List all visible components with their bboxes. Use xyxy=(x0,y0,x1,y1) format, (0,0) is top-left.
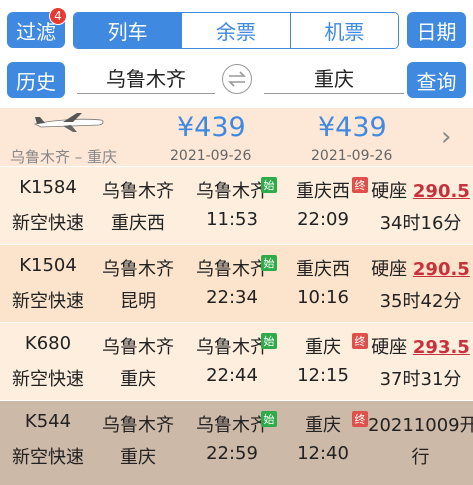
origin-station: 乌鲁木齐 xyxy=(102,181,174,202)
start-tag-icon: 始 xyxy=(261,177,277,193)
ticket-price[interactable]: 290.5 xyxy=(413,181,470,202)
travel-duration: 37时31分 xyxy=(379,369,462,390)
departure-time: 22:34 xyxy=(206,287,258,308)
top-toolbar: 过滤 4 列车 余票 机票 日期 xyxy=(0,0,473,56)
end-tag-icon: 终 xyxy=(352,411,368,427)
departure-time: 22:44 xyxy=(206,365,258,386)
arrival-time: 10:16 xyxy=(297,287,349,308)
query-button[interactable]: 查询 xyxy=(407,62,466,98)
train-row[interactable]: K1584 新空快速 乌鲁木齐 重庆西 乌鲁木齐 始 11:53 重庆西 终 2… xyxy=(0,166,473,244)
end-tag-icon: 终 xyxy=(352,177,368,193)
train-type: 新空快速 xyxy=(12,213,84,234)
airplane-icon xyxy=(33,113,104,132)
terminal-station: 重庆 xyxy=(120,447,156,468)
from-station-input[interactable]: 乌鲁木齐 xyxy=(77,62,215,94)
tab-train[interactable]: 列车 xyxy=(74,13,183,48)
departure-time: 22:59 xyxy=(206,443,258,464)
flight-date: 2021-09-26 xyxy=(170,148,252,164)
terminal-station: 重庆 xyxy=(120,369,156,390)
travel-duration: 34时16分 xyxy=(379,213,462,234)
origin-station: 乌鲁木齐 xyxy=(102,259,174,280)
date-button[interactable]: 日期 xyxy=(407,12,466,48)
tab-flight[interactable]: 机票 xyxy=(290,13,398,48)
flight-price: ¥439 xyxy=(318,112,387,143)
tab-remaining-tickets[interactable]: 余票 xyxy=(182,13,291,48)
origin-station: 乌鲁木齐 xyxy=(102,337,174,358)
seat-price[interactable]: 硬座 290.5 xyxy=(368,255,473,281)
departure-time: 11:53 xyxy=(206,209,258,230)
flight-banner[interactable]: 乌鲁木齐 – 重庆 ¥439 2021-09-26 ¥439 2021-09-2… xyxy=(0,108,473,166)
ticket-price[interactable]: 293.5 xyxy=(413,337,470,358)
flight-route: 乌鲁木齐 – 重庆 xyxy=(10,148,118,166)
origin-station: 乌鲁木齐 xyxy=(102,415,174,436)
flight-date: 2021-09-26 xyxy=(311,148,393,164)
terminal-station: 重庆西 xyxy=(111,213,165,234)
start-tag-icon: 始 xyxy=(261,255,277,271)
swap-icon xyxy=(228,71,246,87)
mode-tabs: 列车 余票 机票 xyxy=(73,12,399,49)
chevron-right-icon: › xyxy=(441,122,452,152)
end-tag-icon: 终 xyxy=(352,333,368,349)
travel-duration: 35时42分 xyxy=(379,291,462,312)
history-button[interactable]: 历史 xyxy=(7,62,65,98)
train-number: K680 xyxy=(24,333,72,354)
train-number: K1504 xyxy=(19,255,77,276)
ticket-price[interactable]: 290.5 xyxy=(413,259,470,280)
train-number: K544 xyxy=(24,411,72,432)
arrival-time: 22:09 xyxy=(297,209,349,230)
train-number: K1584 xyxy=(19,177,77,198)
start-tag-icon: 始 xyxy=(261,411,277,427)
seat-type: 硬座 xyxy=(371,259,408,280)
seat-price[interactable]: 硬座 293.5 xyxy=(368,333,473,359)
flight-price: ¥439 xyxy=(177,112,246,143)
train-type: 新空快速 xyxy=(12,369,84,390)
train-type: 新空快速 xyxy=(12,291,84,312)
seat-type: 硬座 xyxy=(371,181,408,202)
terminal-station: 昆明 xyxy=(120,291,156,312)
train-type: 新空快速 xyxy=(12,447,84,468)
seat-price[interactable]: 硬座 290.5 xyxy=(368,177,473,203)
filter-count-badge: 4 xyxy=(49,7,67,25)
train-row[interactable]: K544 新空快速 乌鲁木齐 重庆 乌鲁木齐 始 22:59 重庆 终 12:4… xyxy=(0,400,473,485)
arrival-time: 12:15 xyxy=(297,365,349,386)
arrival-station: 重庆西 xyxy=(296,259,350,280)
seat-type: 硬座 xyxy=(371,337,408,358)
arrival-station: 重庆西 xyxy=(296,181,350,202)
sale-start-note-line2: 行 xyxy=(411,447,430,468)
arrival-time: 12:40 xyxy=(297,443,349,464)
start-tag-icon: 始 xyxy=(261,333,277,349)
train-row[interactable]: K680 新空快速 乌鲁木齐 重庆 乌鲁木齐 始 22:44 重庆 终 12:1… xyxy=(0,322,473,400)
to-station-input[interactable]: 重庆 xyxy=(264,62,404,94)
swap-stations-button[interactable] xyxy=(222,64,252,94)
arrival-station: 重庆 xyxy=(305,415,341,436)
train-row[interactable]: K1504 新空快速 乌鲁木齐 昆明 乌鲁木齐 始 22:34 重庆西 10:1… xyxy=(0,244,473,322)
arrival-station: 重庆 xyxy=(305,337,341,358)
sale-start-note: 20211009开 xyxy=(368,415,473,436)
